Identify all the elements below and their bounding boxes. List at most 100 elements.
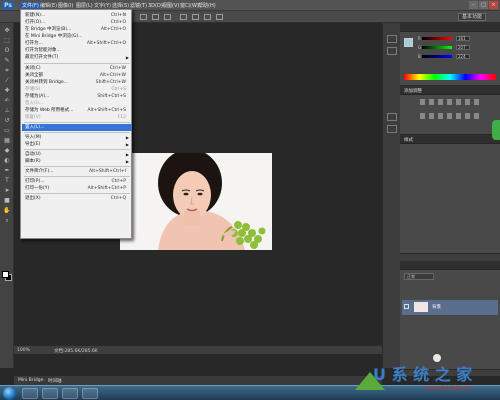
eye-icon[interactable] (404, 304, 409, 309)
menu-item-close-all[interactable]: 关闭全部 Alt+Ctrl+W (22, 72, 132, 79)
layer-thumbnail (414, 302, 428, 312)
shape-tool-icon[interactable]: ■ (3, 197, 11, 205)
crop-tool-icon[interactable]: ⌗ (3, 67, 11, 75)
watermark-logo: U 系 统 之 家 www.30GW.com (355, 350, 495, 392)
eraser-tool-icon[interactable]: ▭ (3, 127, 11, 135)
eyedropper-tool-icon[interactable]: ⁄ (3, 77, 11, 85)
menu-item-print-one[interactable]: 打印一份(Y) Alt+Shift+Ctrl+P (22, 185, 132, 192)
menu-item-save-as[interactable]: 存储为(A)... Shift+Ctrl+S (22, 93, 132, 100)
menu-item-place[interactable]: 置入(L)... (22, 124, 132, 131)
blue-slider[interactable] (422, 55, 452, 58)
zoom-tool-icon[interactable]: ⌕ (3, 217, 11, 225)
option-icon[interactable] (140, 14, 147, 20)
close-button[interactable]: × (489, 1, 498, 9)
blur-tool-icon[interactable]: ◆ (3, 147, 11, 155)
hand-tool-icon[interactable]: ✋ (3, 207, 11, 215)
healing-tool-icon[interactable]: ✚ (3, 87, 11, 95)
menu-item-browse-bridge[interactable]: 在 Bridge 中浏览(B)... Alt+Ctrl+O (22, 26, 132, 33)
character-icon[interactable] (387, 113, 397, 121)
maximize-button[interactable]: □ (479, 1, 488, 9)
menu-item-open-as[interactable]: 打开为... Alt+Shift+Ctrl+O (22, 40, 132, 47)
move-tool-icon[interactable]: ✥ (3, 27, 11, 35)
option-icon[interactable] (216, 14, 223, 20)
type-tool-icon[interactable]: T (3, 177, 11, 185)
menu-separator (24, 132, 130, 133)
workspace-switcher[interactable]: 基本功能 (458, 13, 486, 21)
menu-item-new[interactable]: 新建(N)... Ctrl+N (22, 12, 132, 19)
option-icon[interactable] (152, 14, 159, 20)
tab-styles[interactable]: 样式 (404, 137, 413, 143)
foreground-color-chip[interactable] (404, 38, 413, 47)
right-panels: R 161 G 207 B 224 添加调整 样式 正常 背景 (400, 23, 500, 376)
green-value[interactable]: 207 (456, 45, 470, 50)
color-spectrum[interactable] (404, 74, 496, 80)
red-value[interactable]: 161 (456, 36, 470, 41)
brush-tool-icon[interactable]: ✍ (3, 97, 11, 105)
menu-item-export[interactable]: 导出(E) ▶ (22, 141, 132, 148)
history-brush-tool-icon[interactable]: ↺ (3, 117, 11, 125)
history-icon[interactable] (387, 35, 397, 43)
blue-value[interactable]: 224 (456, 54, 470, 59)
menu-separator (24, 149, 130, 150)
tab-mini-bridge[interactable]: Mini Bridge (18, 378, 43, 383)
menu-item-close-go-bridge[interactable]: 关闭并转到 Bridge... Shift+Ctrl+W (22, 79, 132, 86)
taskbar-photoshop-icon[interactable] (82, 388, 98, 399)
menu-item-recent[interactable]: 最近打开文件(T) ▶ (22, 54, 132, 61)
menu-item-print[interactable]: 打印(P)... Ctrl+P (22, 178, 132, 185)
gradient-tool-icon[interactable]: ▦ (3, 137, 11, 145)
adjustment-icons-row[interactable] (420, 113, 480, 119)
menu-item-open[interactable]: 打开(O)... Ctrl+O (22, 19, 132, 26)
marquee-tool-icon[interactable]: ⬚ (3, 37, 11, 45)
menu-item-automate[interactable]: 自动(U) ▶ (22, 151, 132, 158)
tab-adjustments[interactable]: 添加调整 (404, 88, 422, 94)
pen-tool-icon[interactable]: ✒ (3, 167, 11, 175)
adjustment-icons-row[interactable] (420, 99, 480, 105)
taskbar-media-icon[interactable] (62, 388, 78, 399)
adjustments-tabs: 添加调整 (400, 86, 500, 95)
lasso-tool-icon[interactable]: ʘ (3, 47, 11, 55)
menu-item-import[interactable]: 导入(M) ▶ (22, 134, 132, 141)
path-select-tool-icon[interactable]: ➤ (3, 187, 11, 195)
side-tab[interactable] (492, 120, 500, 140)
option-icon[interactable] (164, 14, 171, 20)
tab-timeline[interactable]: 时间轴 (48, 378, 62, 384)
quick-select-tool-icon[interactable]: ✎ (3, 57, 11, 65)
red-slider[interactable] (422, 37, 452, 40)
properties-icon[interactable] (387, 47, 397, 55)
menu-item-save-for-web[interactable]: 存储为 Web 所用格式... Alt+Shift+Ctrl+S (22, 107, 132, 114)
start-button[interactable] (3, 387, 16, 400)
menu-separator (24, 63, 130, 64)
stamp-tool-icon[interactable]: ⊥ (3, 107, 11, 115)
menu-item-open-smart-object[interactable]: 打开为智能对象... (22, 47, 132, 54)
layer-name: 背景 (432, 305, 441, 310)
paragraph-icon[interactable] (387, 125, 397, 133)
menu-item-exit[interactable]: 退出(X) Ctrl+Q (22, 195, 132, 202)
menu-item-file-info[interactable]: 文件简介(F)... Alt+Shift+Ctrl+I (22, 168, 132, 175)
taskbar-explorer-icon[interactable] (42, 388, 58, 399)
bottom-panel-tabs: Mini Bridge 时间轴 (14, 376, 382, 385)
layers-tabs (400, 261, 500, 270)
color-panel-tabs (400, 23, 500, 32)
menu-item-save: 存储(S) Ctrl+S (25, 87, 126, 92)
option-icon[interactable] (192, 14, 199, 20)
tools-panel: ✥ ⬚ ʘ ✎ ⌗ ⁄ ✚ ✍ ⊥ ↺ ▭ ▦ ◆ ◐ ✒ T ➤ ■ ✋ ⌕ (0, 23, 14, 368)
menu-item-browse-mini-bridge[interactable]: 在 Mini Bridge 中浏览(G)... (22, 33, 132, 40)
foreground-color-swatch[interactable] (2, 271, 9, 278)
panel-icon-dock (382, 23, 400, 368)
option-icon[interactable] (180, 14, 187, 20)
menu-help[interactable]: 帮助(H) (196, 2, 218, 10)
option-icon[interactable] (204, 14, 211, 20)
color-panel: R 161 G 207 B 224 (400, 32, 500, 86)
menu-item-revert: 恢复(V) F12 (25, 115, 126, 120)
styles-panel (400, 144, 500, 254)
taskbar-ie-icon[interactable] (22, 388, 38, 399)
layer-row[interactable]: 背景 (402, 300, 498, 315)
dodge-tool-icon[interactable]: ◐ (3, 157, 11, 165)
zoom-level[interactable]: 100% (17, 348, 30, 353)
document-image[interactable] (120, 153, 272, 250)
menu-item-scripts[interactable]: 脚本(R) ▶ (22, 158, 132, 165)
minimize-button[interactable]: – (469, 1, 478, 9)
menu-item-close[interactable]: 关闭(C) Ctrl+W (22, 65, 132, 72)
green-slider[interactable] (422, 46, 452, 49)
blend-mode-select[interactable]: 正常 (404, 273, 434, 280)
